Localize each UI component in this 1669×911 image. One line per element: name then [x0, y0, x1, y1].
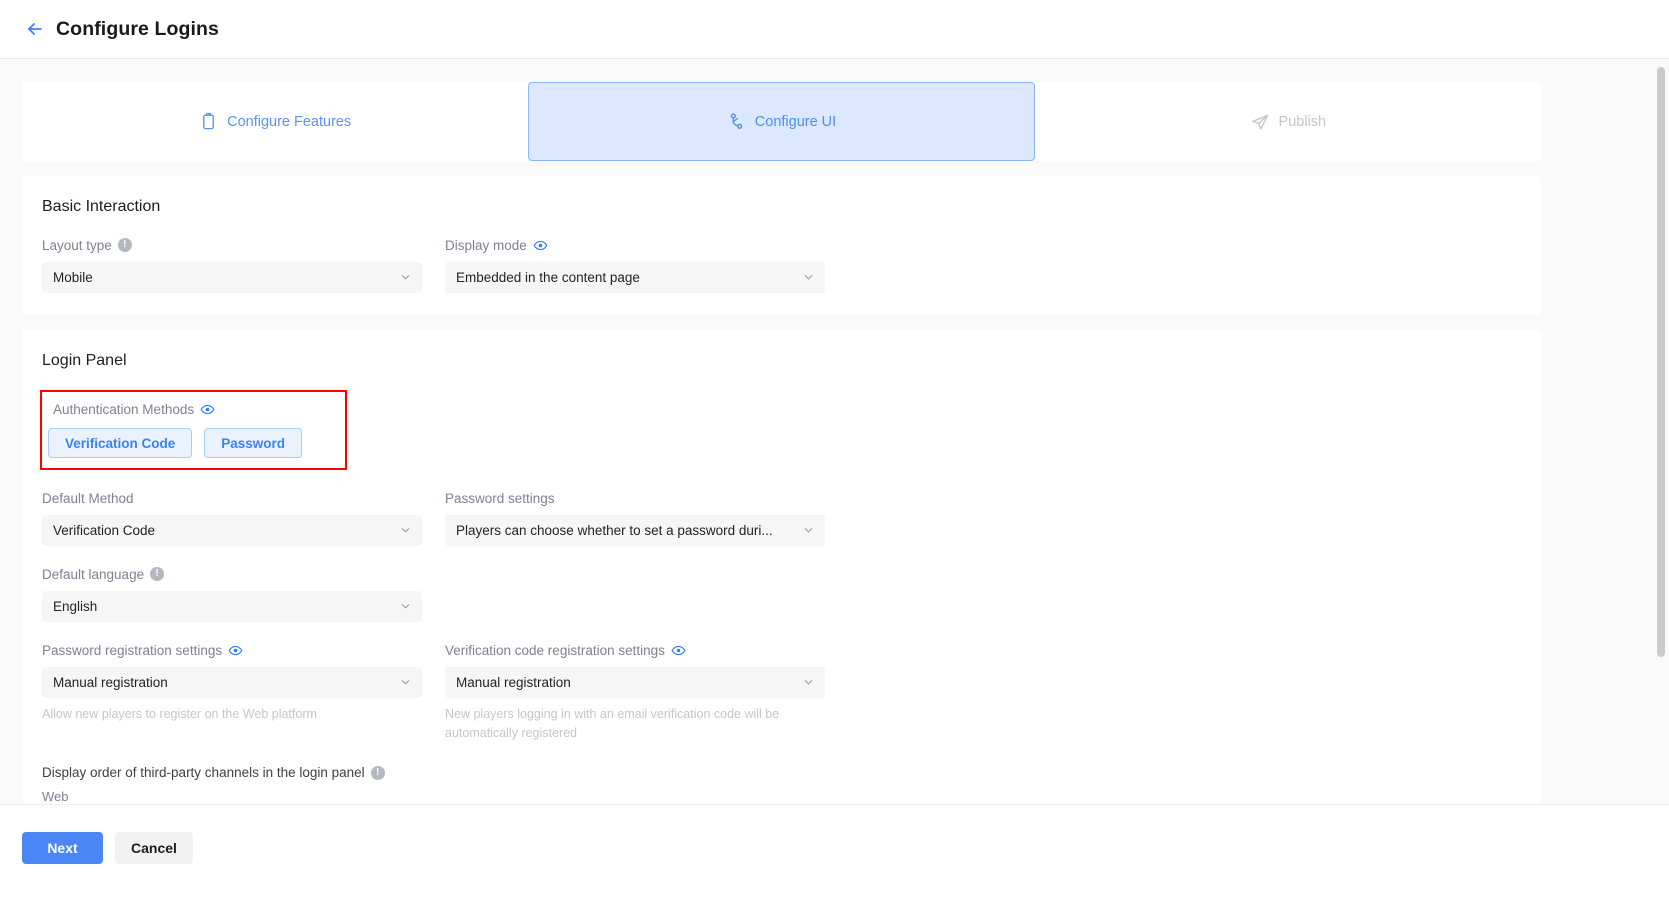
label-text: Layout type: [42, 237, 112, 253]
label-text: Display order of third-party channels in…: [42, 765, 365, 780]
section-title: Login Panel: [42, 352, 127, 369]
tab-publish[interactable]: Publish: [1035, 82, 1541, 161]
eye-icon[interactable]: [200, 402, 215, 417]
password-registration-help: Allow new players to register on the Web…: [42, 707, 317, 721]
chevron-down-icon: [400, 523, 411, 538]
label-text: Password settings: [445, 490, 555, 506]
label-text: Verification code registration settings: [445, 642, 665, 658]
verification-registration-help: New players logging in with an email ver…: [445, 707, 780, 740]
chevron-down-icon: [803, 270, 814, 285]
basic-interaction-section: Basic Interaction Layout type ! Mobile D…: [22, 176, 1541, 315]
field-default-method: Default Method Verification Code: [42, 489, 422, 546]
cancel-button[interactable]: Cancel: [115, 832, 193, 864]
info-icon[interactable]: !: [117, 238, 132, 252]
display-mode-select[interactable]: Embedded in the content page: [445, 262, 825, 293]
clipboard-icon: [199, 112, 218, 131]
next-button[interactable]: Next: [22, 832, 103, 864]
back-arrow-icon[interactable]: [22, 16, 48, 42]
label-text: Display mode: [445, 237, 527, 253]
select-value: Verification Code: [53, 523, 156, 538]
third-party-platform-label: Web: [42, 789, 69, 804]
field-display-mode: Display mode Embedded in the content pag…: [445, 236, 825, 293]
field-label: Password registration settings: [42, 641, 422, 659]
field-label: Display mode: [445, 236, 825, 254]
password-registration-select[interactable]: Manual registration: [42, 667, 422, 698]
field-label: Default language !: [42, 565, 422, 583]
default-method-select[interactable]: Verification Code: [42, 515, 422, 546]
page-header: Configure Logins: [0, 0, 1669, 59]
field-password-registration: Password registration settings Manual re…: [42, 641, 422, 743]
label-text: Password registration settings: [42, 642, 223, 658]
chevron-down-icon: [803, 523, 814, 538]
authentication-methods-chips: Verification Code Password: [48, 428, 345, 458]
select-value: Manual registration: [53, 675, 168, 690]
tab-configure-features[interactable]: Configure Features: [22, 82, 528, 161]
chip-verification-code[interactable]: Verification Code: [48, 428, 193, 458]
label-text: Default Method: [42, 490, 134, 506]
field-label: Authentication Methods: [48, 400, 345, 418]
field-spacer: [445, 565, 825, 622]
chevron-down-icon: [400, 599, 411, 614]
field-layout-type: Layout type ! Mobile: [42, 236, 422, 293]
field-password-settings: Password settings Players can choose whe…: [445, 489, 825, 546]
eye-icon[interactable]: [671, 643, 686, 658]
select-value: Manual registration: [456, 675, 571, 690]
default-language-select[interactable]: English: [42, 591, 422, 622]
field-label: Password settings: [445, 489, 825, 507]
select-value: English: [53, 599, 98, 614]
scroll-body: Configure Features Configure UI Publish …: [0, 59, 1669, 804]
tab-configure-ui[interactable]: Configure UI: [528, 82, 1035, 161]
page-scrollbar-track[interactable]: [1656, 59, 1666, 804]
third-party-order-label: Display order of third-party channels in…: [42, 765, 1521, 780]
chevron-down-icon: [400, 675, 411, 690]
select-value: Embedded in the content page: [456, 270, 640, 285]
label-text: Default language: [42, 566, 145, 582]
field-label: Default Method: [42, 489, 422, 507]
third-party-order-block: Display order of third-party channels in…: [22, 765, 1541, 804]
sitemap-icon: [727, 112, 746, 131]
select-value: Players can choose whether to set a pass…: [456, 523, 773, 538]
authentication-methods-highlight: Authentication Methods Verification Code…: [40, 390, 347, 470]
chevron-down-icon: [803, 675, 814, 690]
tab-label: Publish: [1278, 113, 1327, 130]
login-panel-section: Login Panel Authentication Methods Verif…: [22, 330, 1541, 804]
chip-password[interactable]: Password: [204, 428, 303, 458]
label-text: Authentication Methods: [53, 401, 195, 417]
select-value: Mobile: [53, 270, 93, 285]
footer-actions: Next Cancel: [0, 804, 1669, 911]
field-label: Verification code registration settings: [445, 641, 825, 659]
page-scrollbar-thumb[interactable]: [1657, 67, 1665, 657]
info-icon[interactable]: !: [370, 765, 385, 780]
configure-logins-page: Configure Logins Configure Features Conf…: [0, 0, 1669, 911]
eye-icon[interactable]: [228, 643, 243, 658]
layout-type-select[interactable]: Mobile: [42, 262, 422, 293]
info-icon[interactable]: !: [150, 567, 165, 581]
password-settings-select[interactable]: Players can choose whether to set a pass…: [445, 515, 825, 546]
section-title: Basic Interaction: [42, 198, 161, 215]
steps-tab-bar: Configure Features Configure UI Publish: [22, 82, 1541, 161]
page-title: Configure Logins: [56, 17, 219, 40]
eye-icon[interactable]: [533, 238, 548, 253]
tab-label: Configure UI: [754, 113, 837, 130]
field-label: Layout type !: [42, 236, 422, 254]
tab-label: Configure Features: [227, 113, 352, 130]
chevron-down-icon: [400, 270, 411, 285]
field-verification-registration: Verification code registration settings …: [445, 641, 825, 743]
field-default-language: Default language ! English: [42, 565, 422, 622]
send-icon: [1250, 112, 1270, 132]
verification-registration-select[interactable]: Manual registration: [445, 667, 825, 698]
